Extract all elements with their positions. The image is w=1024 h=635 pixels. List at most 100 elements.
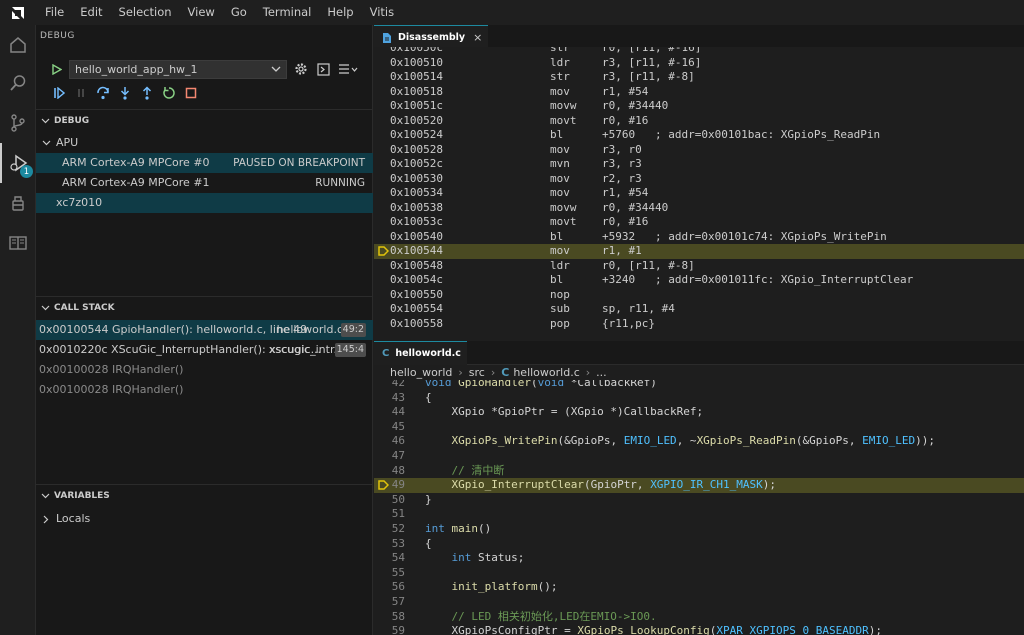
code-line[interactable]: 49 XGpio_InterruptClear(GpioPtr, XGPIO_I… xyxy=(374,478,1024,493)
disassembly-line[interactable]: 0x10051c movw r0, #34440 xyxy=(374,99,1024,114)
stack-frame-row[interactable]: 0x00100544 GpioHandler(): helloworld.c, … xyxy=(36,320,373,340)
disassembly-line[interactable]: 0x100548 ldr r0, [r11, #-8] xyxy=(374,259,1024,274)
disassembly-line[interactable]: 0x10054c bl +3240 ; addr=0x001011fc: XGpio… xyxy=(374,273,1024,288)
code-line[interactable]: 48 // 清中断 xyxy=(374,464,1024,479)
debug-console-icon[interactable] xyxy=(315,61,331,77)
disassembly-line[interactable]: 0x100518 mov r1, #54 xyxy=(374,85,1024,100)
menu-edit[interactable]: Edit xyxy=(72,0,110,25)
chevron-down-icon xyxy=(36,305,54,311)
step-over-icon[interactable] xyxy=(94,84,112,102)
target-row[interactable]: xc7z010 xyxy=(36,193,373,213)
menu-terminal[interactable]: Terminal xyxy=(255,0,320,25)
launch-config-select[interactable]: hello_world_app_hw_1 xyxy=(69,59,287,79)
debug-sidebar: DEBUG hello_world_app_hw_1 DEBUG APU ARM… xyxy=(36,25,373,635)
disassembly-line[interactable]: 0x100520 movt r0, #16 xyxy=(374,114,1024,129)
code-line[interactable]: 56 init_platform(); xyxy=(374,580,1024,595)
disassembly-view[interactable]: 0x10050c str r0, [r11, #-16] 0x100510 ldr r3,… xyxy=(374,47,1024,340)
vitis-icon[interactable] xyxy=(0,183,36,223)
stack-frame-row[interactable]: 0x00100028 IRQHandler() xyxy=(36,360,373,380)
instruction-address: 0x10053c xyxy=(390,215,443,228)
start-debugging-icon[interactable] xyxy=(50,62,64,76)
instruction-opcode: str xyxy=(550,47,570,54)
menu-selection[interactable]: Selection xyxy=(111,0,180,25)
menu-view[interactable]: View xyxy=(180,0,223,25)
code-line[interactable]: 57 xyxy=(374,595,1024,610)
disassembly-line[interactable]: 0x100540 bl +5932 ; addr=0x00101c74: XGpio… xyxy=(374,230,1024,245)
stack-frame-label: 0x00100544 GpioHandler(): helloworld.c, … xyxy=(39,323,308,336)
instruction-operands: {r11,pc} xyxy=(602,316,655,330)
disassembly-line[interactable]: 0x100524 bl +5760 ; addr=0x00101bac: XGpio… xyxy=(374,128,1024,143)
pause-icon[interactable] xyxy=(72,84,90,102)
close-icon[interactable]: × xyxy=(473,31,482,44)
variables-section-header[interactable]: VARIABLES xyxy=(36,484,373,506)
instruction-operands: r3, r0 xyxy=(602,142,642,156)
book-icon[interactable] xyxy=(0,223,36,263)
instruction-opcode: bl xyxy=(550,273,564,286)
disassembly-line[interactable]: 0x100530 mov r2, r3 xyxy=(374,172,1024,187)
gear-icon[interactable] xyxy=(293,61,309,77)
code-text: XGpioPsConfigPtr = XGpioPs_LookupConfig(… xyxy=(425,624,882,635)
call-stack-section-header[interactable]: CALL STACK xyxy=(36,296,373,318)
menu-help[interactable]: Help xyxy=(319,0,361,25)
menu-vitis[interactable]: Vitis xyxy=(362,0,403,25)
instruction-opcode: movw xyxy=(550,200,577,214)
tab-helloworld-c[interactable]: C helloworld.c xyxy=(374,341,467,365)
disassembly-line[interactable]: 0x100528 mov r3, r0 xyxy=(374,143,1024,158)
tab-disassembly[interactable]: Disassembly × xyxy=(374,25,489,49)
code-line[interactable]: 53 { xyxy=(374,537,1024,552)
code-line[interactable]: 47 xyxy=(374,449,1024,464)
chevron-right-icon xyxy=(36,515,56,524)
more-actions-icon[interactable] xyxy=(337,61,359,77)
code-line[interactable]: 44 XGpio *GpioPtr = (XGpio *)CallbackRef… xyxy=(374,405,1024,420)
disassembly-line[interactable]: 0x10050c str r0, [r11, #-16] xyxy=(374,47,1024,56)
source-control-icon[interactable] xyxy=(0,103,36,143)
menu-file[interactable]: File xyxy=(36,0,72,25)
search-icon[interactable] xyxy=(0,63,36,103)
disassembly-line[interactable]: 0x100554 sub sp, r11, #4 xyxy=(374,302,1024,317)
stop-icon[interactable] xyxy=(182,84,200,102)
disassembly-line[interactable]: 0x100544 mov r1, #1 xyxy=(374,244,1024,259)
thread-row[interactable]: ARM Cortex-A9 MPCore #0 PAUSED ON BREAKP… xyxy=(36,153,373,173)
code-line[interactable]: 54 int Status; xyxy=(374,551,1024,566)
stack-frame-row[interactable]: 0x00100028 IRQHandler() xyxy=(36,380,373,400)
code-line[interactable]: 58 // LED 相关初始化,LED在EMIO->IO0. xyxy=(374,610,1024,625)
disassembly-line[interactable]: 0x10053c movt r0, #16 xyxy=(374,215,1024,230)
code-line[interactable]: 52 int main() xyxy=(374,522,1024,537)
source-code-view[interactable]: 42 void GpioHandler(void *CallbackRef) 43 {… xyxy=(374,380,1024,635)
line-number: 43 xyxy=(391,390,405,404)
explorer-icon[interactable] xyxy=(0,25,36,65)
breadcrumb-item[interactable]: hello_world xyxy=(390,366,452,379)
disassembly-line[interactable]: 0x100514 str r3, [r11, #-8] xyxy=(374,70,1024,85)
line-number: 49 xyxy=(391,478,405,492)
step-into-icon[interactable] xyxy=(116,84,134,102)
code-line[interactable]: 46 XGpioPs_WritePin(&GpioPs, EMIO_LED, ~… xyxy=(374,434,1024,449)
step-out-icon[interactable] xyxy=(138,84,156,102)
code-line[interactable]: 51 xyxy=(374,507,1024,522)
disassembly-line[interactable]: 0x10052c mvn r3, r3 xyxy=(374,157,1024,172)
code-line[interactable]: 59 XGpioPsConfigPtr = XGpioPs_LookupConf… xyxy=(374,624,1024,635)
thread-row[interactable]: ARM Cortex-A9 MPCore #1 RUNNING xyxy=(36,173,373,193)
debug-section-header[interactable]: DEBUG xyxy=(36,109,373,131)
apu-group[interactable]: APU xyxy=(36,133,373,153)
continue-icon[interactable] xyxy=(50,84,68,102)
code-line[interactable]: 42 void GpioHandler(void *CallbackRef) xyxy=(374,380,1024,391)
run-debug-icon[interactable]: 1 xyxy=(0,143,36,183)
disassembly-line[interactable]: 0x100550 nop xyxy=(374,288,1024,303)
code-text: { xyxy=(425,536,432,550)
disassembly-line[interactable]: 0x100510 ldr r3, [r11, #-16] xyxy=(374,56,1024,71)
disassembly-line[interactable]: 0x100534 mov r1, #54 xyxy=(374,186,1024,201)
code-line[interactable]: 45 xyxy=(374,420,1024,435)
restart-icon[interactable] xyxy=(160,84,178,102)
breadcrumb-item[interactable]: helloworld.c xyxy=(513,366,579,379)
code-line[interactable]: 55 xyxy=(374,566,1024,581)
menu-go[interactable]: Go xyxy=(223,0,255,25)
code-line[interactable]: 43 { xyxy=(374,391,1024,406)
disassembly-line[interactable]: 0x100538 movw r0, #34440 xyxy=(374,201,1024,216)
breadcrumb-item[interactable]: ... xyxy=(596,366,607,379)
locals-scope-row[interactable]: Locals xyxy=(36,509,373,529)
code-line[interactable]: 50} xyxy=(374,493,1024,508)
breadcrumb-item[interactable]: src xyxy=(469,366,485,379)
instruction-operands: r0, #34440 xyxy=(602,99,669,112)
stack-frame-row[interactable]: 0x0010220c XScuGic_InterruptHandler(): x… xyxy=(36,340,373,360)
disassembly-line[interactable]: 0x100558 pop {r11,pc} xyxy=(374,317,1024,332)
